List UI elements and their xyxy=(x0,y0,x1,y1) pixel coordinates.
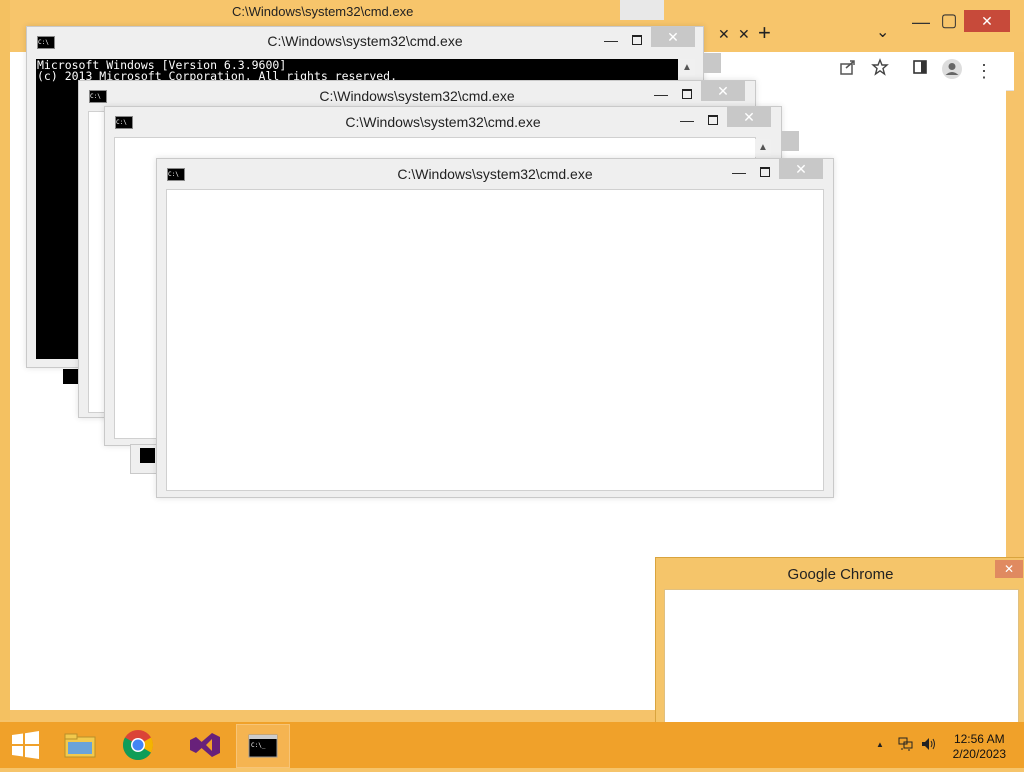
cmd-close-button[interactable]: ✕ xyxy=(779,159,823,179)
taskbar: C:\_ ▲ 12:56 AM 2/20/2023 xyxy=(0,722,1024,768)
file-explorer-button[interactable] xyxy=(54,724,106,766)
star-icon[interactable] xyxy=(867,58,893,84)
cmd-maximize-button[interactable] xyxy=(703,111,723,129)
start-button[interactable] xyxy=(0,724,52,766)
google-chrome-dialog[interactable]: Google Chrome ✕ xyxy=(655,557,1024,730)
network-icon[interactable] xyxy=(897,736,915,755)
menu-icon[interactable]: ⋮ xyxy=(971,58,997,84)
window-edge xyxy=(0,0,10,720)
chrome-close-button[interactable]: ✕ xyxy=(964,10,1010,32)
command-prompt-button[interactable]: C:\_ xyxy=(236,724,290,768)
cmd-console[interactable] xyxy=(166,189,824,491)
chrome-maximize-button[interactable]: ▢ xyxy=(934,8,964,32)
behind-window-controls xyxy=(620,0,664,20)
window-shadow-piece xyxy=(781,131,799,151)
cmd-minimize-button[interactable]: — xyxy=(651,85,671,103)
system-clock[interactable]: 12:56 AM 2/20/2023 xyxy=(953,732,1006,762)
scroll-up-button[interactable]: ▲ xyxy=(679,59,695,77)
cmd-minimize-button[interactable]: — xyxy=(677,111,697,129)
visual-studio-icon xyxy=(190,733,220,757)
cmd-maximize-button[interactable] xyxy=(627,31,647,49)
chrome-tab-title[interactable]: C:\Windows\system32\cmd.exe xyxy=(232,4,413,19)
cmd-taskbar-icon: C:\_ xyxy=(248,734,278,758)
cmd-close-button[interactable]: ✕ xyxy=(727,107,771,127)
cmd-maximize-button[interactable] xyxy=(677,85,697,103)
svg-text:C:\_: C:\_ xyxy=(251,742,266,749)
scroll-up-button[interactable]: ▲ xyxy=(755,139,771,157)
cmd-close-button[interactable]: ✕ xyxy=(701,81,745,101)
dialog-close-button[interactable]: ✕ xyxy=(995,560,1023,578)
sidebar-icon[interactable] xyxy=(907,58,933,84)
chrome-icon xyxy=(122,730,154,761)
windows-logo-icon xyxy=(12,731,39,759)
cmd-window-4[interactable]: C:\ C:\Windows\system32\cmd.exe — ✕ xyxy=(156,158,834,498)
google-chrome-button[interactable] xyxy=(112,724,164,766)
cmd-minimize-button[interactable]: — xyxy=(729,163,749,181)
chrome-minimize-button[interactable]: — xyxy=(906,10,936,34)
dialog-body xyxy=(664,589,1019,723)
window-corner-square xyxy=(140,448,155,463)
window-corner-square xyxy=(63,369,78,384)
cmd-close-button[interactable]: ✕ xyxy=(651,27,695,47)
clock-time: 12:56 AM xyxy=(953,732,1005,746)
show-hidden-icons-button[interactable]: ▲ xyxy=(876,740,884,749)
cmd-maximize-button[interactable] xyxy=(755,163,775,181)
visual-studio-button[interactable] xyxy=(178,724,230,766)
window-shadow-piece xyxy=(703,53,721,73)
new-tab-button[interactable]: + xyxy=(758,20,771,46)
window-bottom-strip xyxy=(130,444,158,474)
dialog-title: Google Chrome xyxy=(787,566,894,583)
tab-search-dropdown-icon[interactable]: ⌄ xyxy=(876,22,889,42)
window-bottom-edge xyxy=(10,710,650,720)
profile-icon[interactable] xyxy=(939,58,965,84)
tab-close-icon-2[interactable]: ✕ xyxy=(738,26,750,43)
cmd-minimize-button[interactable]: — xyxy=(601,31,621,49)
cmd-title-bar[interactable]: C:\ C:\Windows\system32\cmd.exe — ✕ xyxy=(157,159,833,189)
folder-icon xyxy=(64,733,96,758)
cmd-title-bar[interactable]: C:\ C:\Windows\system32\cmd.exe — ✕ xyxy=(27,27,703,57)
share-icon[interactable] xyxy=(835,58,861,84)
cmd-title-bar[interactable]: C:\ C:\Windows\system32\cmd.exe — ✕ xyxy=(105,107,781,137)
volume-icon[interactable] xyxy=(920,736,938,755)
clock-date: 2/20/2023 xyxy=(952,747,1006,761)
tab-close-icon[interactable]: ✕ xyxy=(718,26,730,43)
